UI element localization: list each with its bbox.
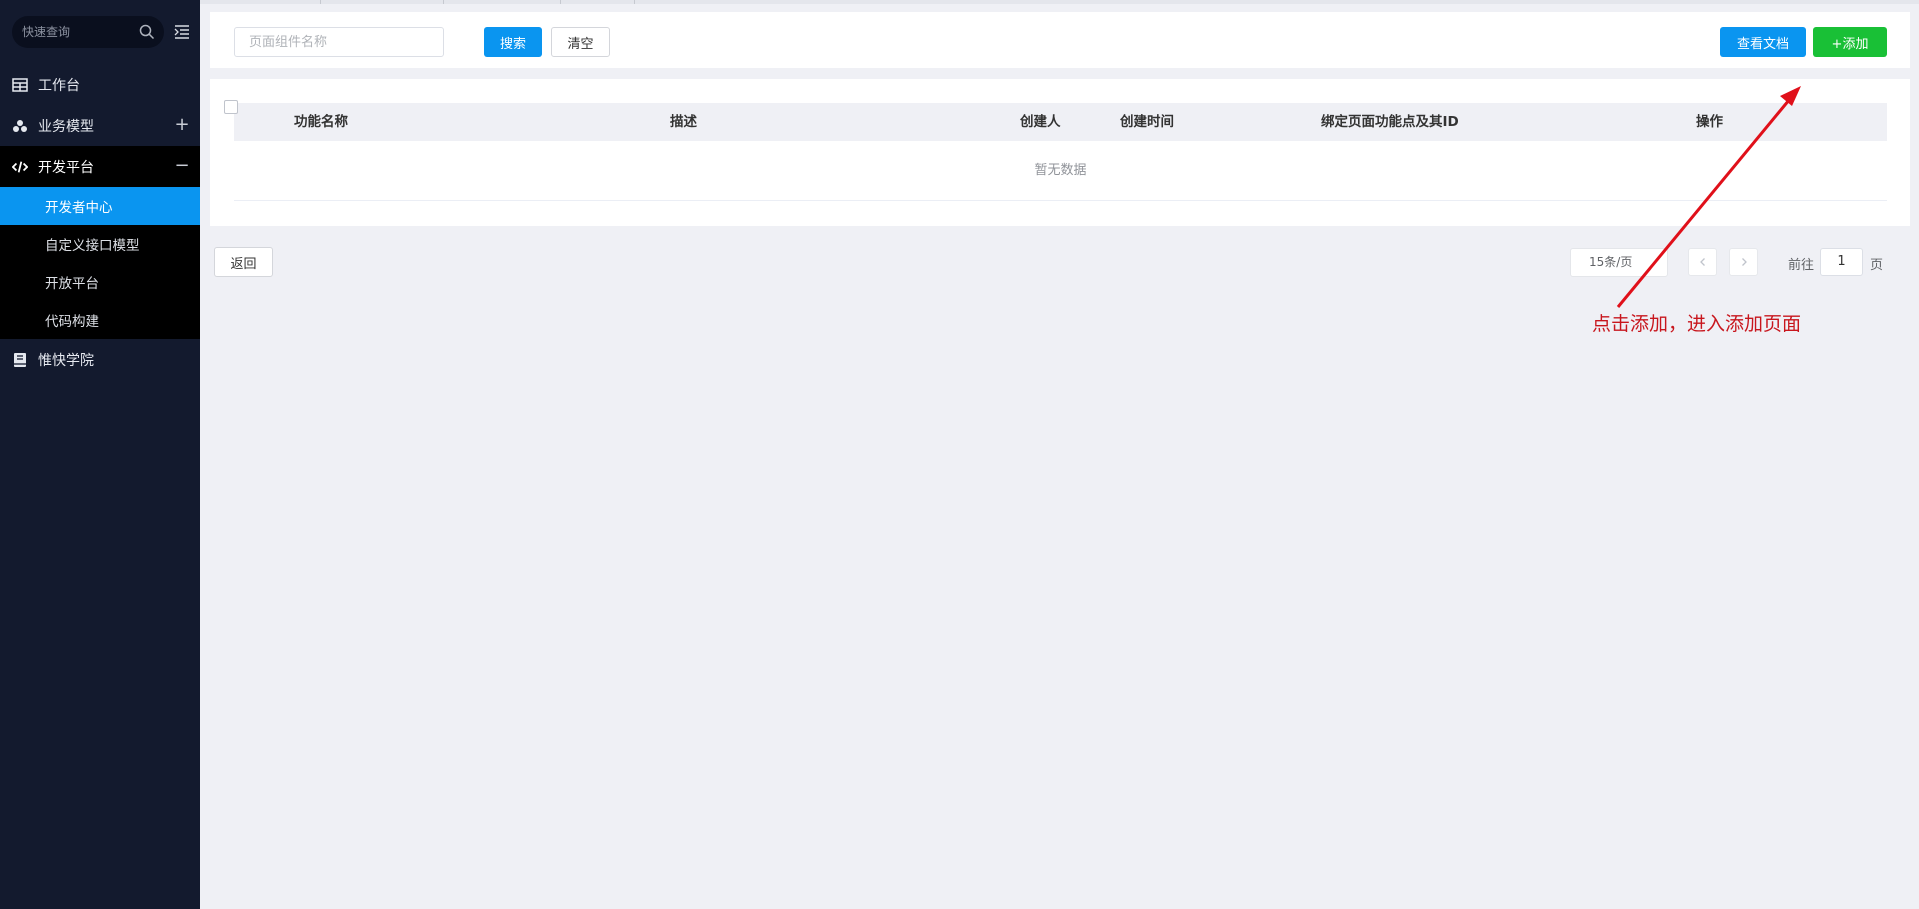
column-header-created-time: 创建时间 [1120,114,1174,130]
tab-divider [560,0,561,4]
expand-plus-icon[interactable]: + [174,115,190,135]
tab-strip [200,0,1919,4]
view-docs-button[interactable]: 查看文档 [1720,27,1806,57]
sidebar-item-workbench[interactable]: 工作台 [0,64,200,105]
toolbar-panel: 搜索 清空 查看文档 +添加 [210,12,1910,68]
tab-divider [320,0,321,4]
sidebar-item-label: 工作台 [38,77,80,94]
sidebar-subitem-custom-api-model[interactable]: 自定义接口模型 [0,225,200,263]
menu-collapse-icon[interactable] [174,24,190,40]
sidebar-subitem-open-platform[interactable]: 开放平台 [0,263,200,301]
table-grid-icon [12,77,28,93]
sidebar-item-label: 业务模型 [38,118,94,135]
sidebar-subitem-code-build[interactable]: 代码构建 [0,301,200,339]
collapse-minus-icon[interactable]: − [174,156,190,176]
tab-divider [443,0,444,4]
tab-divider [634,0,635,4]
chevron-right-icon [1741,258,1747,266]
sidebar: 工作台 业务模型 + 开发平台 − 开发者中心 自定义接口模型 开放平台 代码构… [0,0,200,909]
sidebar-nav: 工作台 业务模型 + 开发平台 − 开发者中心 自定义接口模型 开放平台 代码构… [0,64,200,380]
clear-button[interactable]: 清空 [551,27,610,57]
code-icon [12,159,28,175]
sidebar-subitem-developer-center[interactable]: 开发者中心 [0,187,200,225]
quick-search-input[interactable] [22,22,132,42]
sidebar-item-business-model[interactable]: 业务模型 + [0,105,200,146]
add-button[interactable]: +添加 [1813,27,1887,57]
table-header: 功能名称 描述 创建人 创建时间 绑定页面功能点及其ID 操作 [234,103,1887,141]
empty-state: 暂无数据 [234,141,1887,201]
search-button[interactable]: 搜索 [484,27,542,57]
select-all-checkbox[interactable] [224,100,238,114]
chevron-left-icon [1699,258,1705,266]
next-page-button[interactable] [1729,248,1758,276]
annotation-text: 点击添加，进入添加页面 [1592,313,1802,335]
sidebar-submenu: 开发者中心 自定义接口模型 开放平台 代码构建 [0,187,200,339]
search-icon[interactable] [138,23,156,41]
goto-page-input[interactable]: 1 [1820,248,1863,276]
column-header-creator: 创建人 [1020,114,1061,130]
page-suffix: 页 [1870,258,1884,273]
book-icon [12,352,28,368]
sidebar-item-label: 惟快学院 [38,352,94,369]
table-panel: 功能名称 描述 创建人 创建时间 绑定页面功能点及其ID 操作 暂无数据 [210,79,1910,226]
back-button[interactable]: 返回 [214,247,273,277]
quick-search-box [12,16,164,48]
sidebar-item-academy[interactable]: 惟快学院 [0,339,200,380]
column-header-name: 功能名称 [294,114,348,130]
sidebar-item-label: 开发平台 [38,159,94,176]
prev-page-button[interactable] [1688,248,1717,276]
page-size-select[interactable]: 15条/页 [1570,248,1668,277]
column-header-description: 描述 [670,114,697,130]
cubes-icon [12,118,28,134]
column-header-bound-page: 绑定页面功能点及其ID [1321,114,1459,130]
column-header-actions: 操作 [1696,114,1723,130]
sidebar-item-dev-platform[interactable]: 开发平台 − [0,146,200,187]
component-name-input[interactable] [234,27,444,57]
goto-label: 前往 [1788,258,1815,273]
